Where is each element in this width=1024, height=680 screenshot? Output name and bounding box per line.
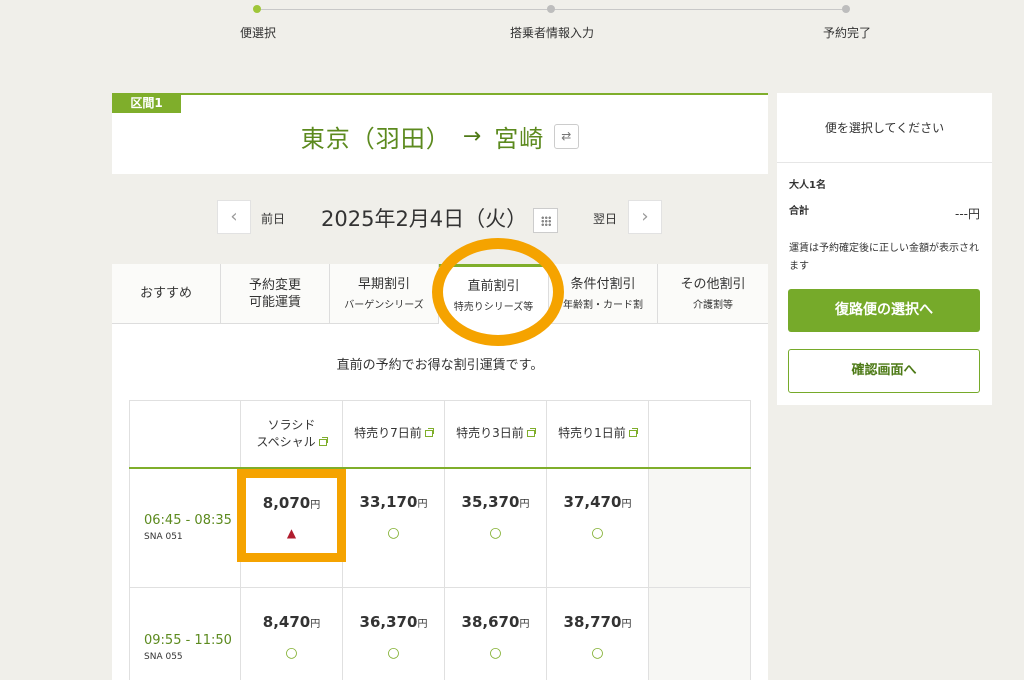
swap-route-button[interactable]: ⇄	[554, 124, 580, 149]
highlight-rect-annotation	[237, 469, 346, 562]
availability-circle-icon: ○	[387, 644, 400, 661]
empty-fare-cell	[648, 587, 751, 680]
external-link-icon	[318, 436, 328, 446]
step-dot-3	[842, 5, 850, 13]
fare-cell[interactable]: 33,170円 ○	[342, 467, 445, 588]
next-day-button[interactable]: ›	[628, 200, 662, 234]
tab-other-discount[interactable]: その他割引 介護割等	[658, 264, 768, 324]
fare-price: 38,770円	[563, 612, 632, 631]
availability-circle-icon: ○	[591, 644, 604, 661]
fare-table: ソラシド スペシャル 特売り7日前 特売り3日前 特売り1日前 06:45 - …	[129, 400, 751, 680]
step-dot-1	[253, 5, 261, 13]
booking-summary: 便を選択してください 大人1名 合計 ---円 運賃は予約確定後に正しい金額が表…	[777, 93, 992, 405]
empty-header-cell	[648, 400, 751, 469]
progress-steps: 便選択 搭乗者情報入力 予約完了	[0, 0, 1024, 50]
fare-cell[interactable]: 38,770円 ○	[546, 587, 649, 680]
corner-cell	[129, 400, 241, 469]
date-navigation: ‹ 前日 2025年2月4日（火） 翌日 ›	[112, 195, 768, 239]
fare-content-panel: 直前の予約でお得な割引運賃です。 ソラシド スペシャル 特売り7日前 特売り3日…	[112, 324, 768, 680]
availability-circle-icon: ○	[489, 644, 502, 661]
step-dot-2	[547, 5, 555, 13]
route-card: 区間1 東京（羽田） → 宮崎 ⇄	[112, 93, 768, 174]
fare-cell[interactable]: 38,670円 ○	[444, 587, 547, 680]
tab-sublabel: 年齢割・カード割	[563, 300, 643, 311]
fare-cell[interactable]: 37,470円 ○	[546, 467, 649, 588]
tab-label: 条件付割引	[570, 277, 636, 292]
tab-recommended[interactable]: おすすめ	[112, 264, 221, 324]
fare-price: 8,470円	[262, 612, 321, 631]
fare-column-header[interactable]: ソラシド スペシャル	[240, 400, 343, 469]
flight-time: 06:45 - 08:35	[144, 513, 232, 529]
route-title: 東京（羽田） → 宮崎 ⇄	[112, 119, 768, 154]
route-arrow-icon: →	[462, 124, 483, 149]
calendar-button[interactable]	[533, 208, 558, 233]
total-label: 合計	[789, 206, 809, 217]
availability-circle-icon: ○	[285, 644, 298, 661]
tab-conditional-discount[interactable]: 条件付割引 年齢割・カード割	[549, 264, 658, 324]
external-link-icon	[526, 428, 536, 438]
confirm-screen-button[interactable]: 確認画面へ	[788, 349, 980, 393]
prev-day-label[interactable]: 前日	[261, 210, 285, 227]
select-return-flight-button[interactable]: 復路便の選択へ	[788, 289, 980, 332]
fare-price: 36,370円	[359, 612, 428, 631]
external-link-icon	[628, 428, 638, 438]
fare-cell[interactable]: 8,470円 ○	[240, 587, 343, 680]
tab-changeable-fares[interactable]: 予約変更 可能運賃	[221, 264, 330, 324]
summary-header: 便を選択してください	[777, 93, 992, 163]
destination: 宮崎	[494, 125, 545, 153]
flight-row: 06:45 - 08:35 SNA 051 8,070円 ▲ 33,170円 ○…	[129, 467, 751, 588]
fare-cell[interactable]: 35,370円 ○	[444, 467, 547, 588]
step-label-3: 予約完了	[822, 26, 872, 40]
fare-column-header[interactable]: 特売り3日前	[444, 400, 547, 469]
availability-circle-icon: ○	[387, 524, 400, 541]
flight-number: SNA 051	[144, 532, 183, 543]
empty-fare-cell	[648, 467, 751, 588]
flight-info-cell: 06:45 - 08:35 SNA 051	[129, 467, 241, 588]
calendar-icon	[541, 216, 551, 226]
tab-sublabel: 介護割等	[693, 300, 733, 311]
prev-day-button[interactable]: ‹	[217, 200, 251, 234]
tab-label: 予約変更 可能運賃	[248, 277, 301, 310]
fare-price: 38,670円	[461, 612, 530, 631]
total-value: ---円	[955, 207, 980, 221]
passenger-count: 大人1名	[789, 180, 826, 191]
tab-label: おすすめ	[139, 286, 192, 301]
fare-note: 運賃は予約確定後に正しい金額が表示されます	[789, 243, 979, 272]
fare-price: 35,370円	[461, 492, 530, 511]
step-label-1: 便選択	[239, 26, 277, 40]
tab-label: 早期割引	[357, 277, 410, 292]
tab-description: 直前の予約でお得な割引運賃です。	[336, 358, 544, 373]
tab-early-discount[interactable]: 早期割引 バーゲンシリーズ	[330, 264, 439, 324]
fare-header-row: ソラシド スペシャル 特売り7日前 特売り3日前 特売り1日前	[129, 400, 751, 469]
flight-info-cell: 09:55 - 11:50 SNA 055	[129, 587, 241, 680]
selected-date: 2025年2月4日（火）	[321, 207, 528, 231]
fare-column-header[interactable]: 特売り1日前	[546, 400, 649, 469]
fare-price: 37,470円	[563, 492, 632, 511]
availability-circle-icon: ○	[489, 524, 502, 541]
availability-circle-icon: ○	[591, 524, 604, 541]
flight-row: 09:55 - 11:50 SNA 055 8,470円 ○ 36,370円 ○…	[129, 587, 751, 680]
tab-label: その他割引	[680, 277, 746, 292]
highlight-circle-annotation	[432, 238, 564, 346]
step-label-2: 搭乗者情報入力	[509, 26, 595, 40]
next-day-label[interactable]: 翌日	[593, 210, 617, 227]
fare-price: 33,170円	[359, 492, 428, 511]
section-tag: 区間1	[112, 93, 181, 113]
external-link-icon	[424, 428, 434, 438]
flight-number: SNA 055	[144, 652, 183, 662]
flight-time: 09:55 - 11:50	[144, 633, 232, 648]
fare-cell[interactable]: 36,370円 ○	[342, 587, 445, 680]
fare-column-header[interactable]: 特売り7日前	[342, 400, 445, 469]
tab-sublabel: バーゲンシリーズ	[344, 300, 424, 311]
origin: 東京（羽田）	[300, 125, 451, 153]
